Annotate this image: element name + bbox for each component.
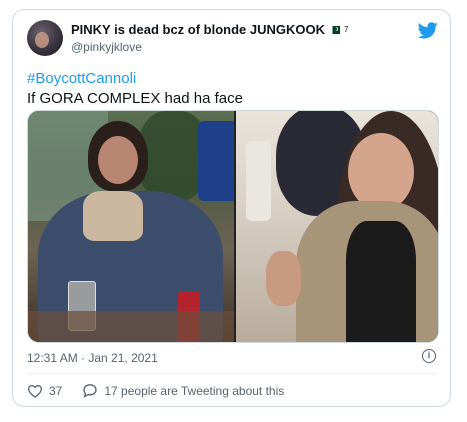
hashtag-link[interactable]: #BoycottCannoli: [27, 70, 136, 87]
reply-talking-button[interactable]: 17 people are Tweeting about this: [82, 383, 284, 398]
author-handle[interactable]: @pinkyjklove: [71, 40, 142, 54]
tweet-actions: 37 17 people are Tweeting about this: [27, 383, 304, 398]
author-name-row[interactable]: PINKY is dead bcz of blonde JUNGKOOK 7: [71, 22, 348, 37]
like-button[interactable]: 37: [27, 384, 62, 398]
divider: [27, 373, 436, 374]
tweet-media[interactable]: [27, 110, 439, 343]
talking-text: 17 people are Tweeting about this: [104, 383, 285, 398]
name-suffix: 7: [344, 25, 349, 34]
twitter-bird-icon[interactable]: [418, 22, 438, 39]
tweet-timestamp[interactable]: 12:31 AM · Jan 21, 2021: [27, 351, 158, 365]
heart-icon: [27, 384, 43, 398]
media-image-left[interactable]: [28, 111, 234, 342]
speech-bubble-icon: [83, 384, 98, 398]
info-icon[interactable]: i: [422, 349, 436, 363]
tweet-card[interactable]: PINKY is dead bcz of blonde JUNGKOOK 7 @…: [12, 9, 451, 407]
author-name[interactable]: PINKY is dead bcz of blonde JUNGKOOK: [71, 22, 325, 37]
avatar[interactable]: [27, 20, 63, 56]
tweet-text: If GORA COMPLEX had ha face: [27, 90, 243, 107]
media-image-right[interactable]: [236, 111, 438, 342]
pakistan-flag-icon: [330, 25, 341, 34]
like-count: 37: [49, 383, 63, 398]
